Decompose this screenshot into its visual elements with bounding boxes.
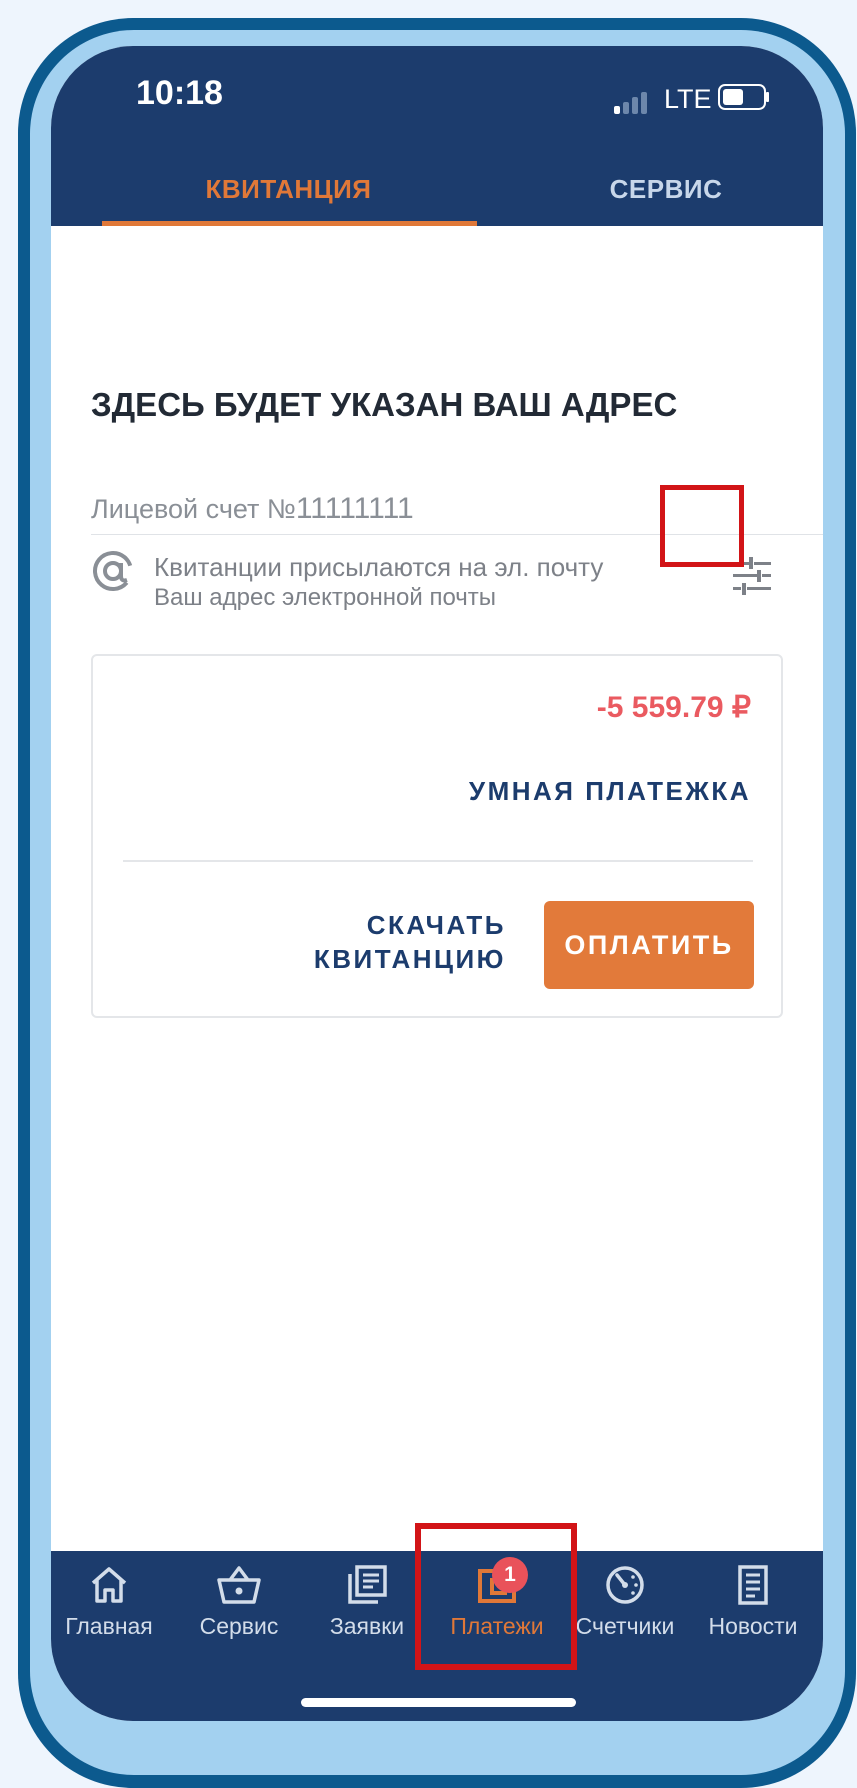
account-label: Лицевой счет № xyxy=(91,494,296,524)
account-number-value: 11111111 xyxy=(295,492,414,525)
download-label-line2: КВИТАНЦИЮ xyxy=(313,944,506,974)
signal-icon xyxy=(614,90,654,114)
nav-item-news[interactable]: Новости xyxy=(688,1563,818,1640)
meter-icon xyxy=(606,1566,644,1604)
tab-kvitanciya[interactable]: КВИТАНЦИЯ xyxy=(101,174,476,205)
payment-card: -5 559.79 ₽ УМНАЯ ПЛАТЕЖКА СКАЧАТЬ КВИТА… xyxy=(91,654,783,1018)
home-indicator[interactable] xyxy=(301,1698,576,1707)
nav-label-meters: Счетчики xyxy=(575,1613,675,1639)
status-time: 10:18 xyxy=(136,74,223,112)
email-address: Ваш адрес электронной почты xyxy=(154,584,497,611)
phone-screen: 10:18 LTE КВИТАНЦИЯ СЕРВИС ЗДЕСЬ БУДЕТ У… xyxy=(51,46,823,1721)
top-bar: 10:18 LTE КВИТАНЦИЯ СЕРВИС xyxy=(51,46,823,226)
pay-button[interactable]: ОПЛАТИТЬ xyxy=(544,901,754,989)
email-notice: Квитанции присылаются на эл. почту xyxy=(154,552,604,582)
account-number: Лицевой счет №11111111 xyxy=(91,492,414,526)
battery-icon xyxy=(718,84,766,110)
smart-payment-link[interactable]: УМНАЯ ПЛАТЕЖКА xyxy=(469,776,751,807)
nav-item-service[interactable]: Сервис xyxy=(174,1563,304,1640)
nav-label-home: Главная xyxy=(65,1613,153,1639)
news-icon xyxy=(738,1565,768,1605)
nav-label-requests: Заявки xyxy=(329,1613,405,1639)
address-heading: ЗДЕСЬ БУДЕТ УКАЗАН ВАШ АДРЕС xyxy=(91,386,678,423)
network-label: LTE xyxy=(664,84,712,114)
nav-item-requests[interactable]: Заявки xyxy=(302,1563,432,1640)
active-tab-indicator xyxy=(102,221,477,226)
download-label-line1: СКАЧАТЬ xyxy=(366,910,506,940)
download-receipt-button[interactable]: СКАЧАТЬ КВИТАНЦИЮ xyxy=(286,908,506,976)
balance-amount: -5 559.79 ₽ xyxy=(596,691,751,724)
nav-label-service: Сервис xyxy=(199,1613,279,1639)
card-divider xyxy=(123,860,753,862)
nav-item-home[interactable]: Главная xyxy=(51,1563,174,1640)
battery-tip xyxy=(766,92,769,102)
highlight-payments-box xyxy=(415,1523,577,1670)
basket-icon xyxy=(217,1566,261,1604)
nav-item-meters[interactable]: Счетчики xyxy=(560,1563,690,1640)
requests-icon xyxy=(348,1565,387,1604)
at-sign-icon xyxy=(93,551,133,591)
home-icon xyxy=(91,1567,127,1603)
highlight-settings-box xyxy=(660,485,744,567)
nav-label-news: Новости xyxy=(708,1613,798,1639)
tab-servis[interactable]: СЕРВИС xyxy=(526,174,806,205)
